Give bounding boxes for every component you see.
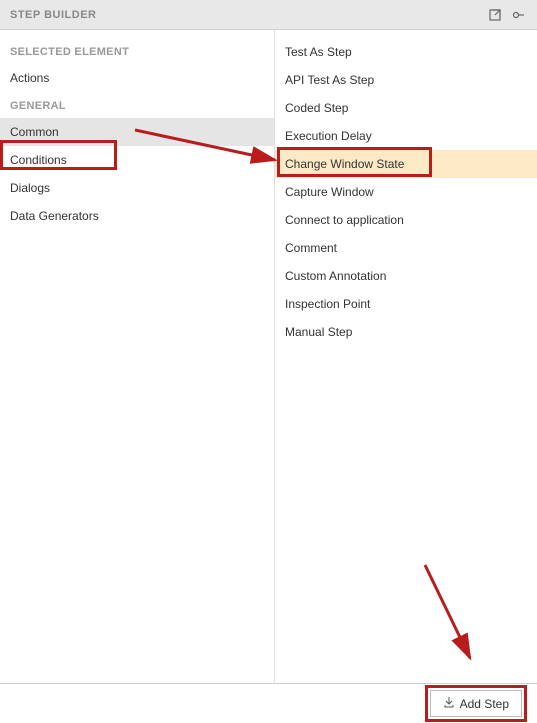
- left-panel: SELECTED ELEMENT Actions GENERAL Common …: [0, 30, 275, 683]
- panel-header: STEP BUILDER: [0, 0, 537, 30]
- add-step-icon: [443, 696, 455, 711]
- step-item-change-window-state[interactable]: Change Window State: [275, 150, 537, 178]
- step-item-comment[interactable]: Comment: [275, 234, 537, 262]
- annotation-highlight-add-step: Add Step: [425, 685, 527, 722]
- footer-bar: Add Step: [0, 683, 537, 723]
- right-panel: Test As Step API Test As Step Coded Step…: [275, 30, 537, 683]
- step-item-execution-delay[interactable]: Execution Delay: [275, 122, 537, 150]
- main-content: SELECTED ELEMENT Actions GENERAL Common …: [0, 30, 537, 683]
- step-item-coded-step[interactable]: Coded Step: [275, 94, 537, 122]
- section-general: GENERAL: [0, 92, 274, 118]
- sidebar-item-actions[interactable]: Actions: [0, 64, 274, 92]
- step-item-test-as-step[interactable]: Test As Step: [275, 38, 537, 66]
- sidebar-item-conditions[interactable]: Conditions: [0, 146, 274, 174]
- step-item-custom-annotation[interactable]: Custom Annotation: [275, 262, 537, 290]
- step-item-connect-to-application[interactable]: Connect to application: [275, 206, 537, 234]
- step-item-capture-window[interactable]: Capture Window: [275, 178, 537, 206]
- sidebar-item-dialogs[interactable]: Dialogs: [0, 174, 274, 202]
- sidebar-item-data-generators[interactable]: Data Generators: [0, 202, 274, 230]
- popout-icon[interactable]: [487, 7, 503, 23]
- add-step-label: Add Step: [460, 697, 509, 711]
- step-item-manual-step[interactable]: Manual Step: [275, 318, 537, 346]
- step-item-inspection-point[interactable]: Inspection Point: [275, 290, 537, 318]
- pin-icon[interactable]: [511, 7, 527, 23]
- sidebar-item-common[interactable]: Common: [0, 118, 274, 146]
- step-item-api-test-as-step[interactable]: API Test As Step: [275, 66, 537, 94]
- header-icon-group: [487, 7, 527, 23]
- add-step-button[interactable]: Add Step: [430, 690, 522, 717]
- section-selected-element: SELECTED ELEMENT: [0, 38, 274, 64]
- panel-title: STEP BUILDER: [10, 9, 487, 21]
